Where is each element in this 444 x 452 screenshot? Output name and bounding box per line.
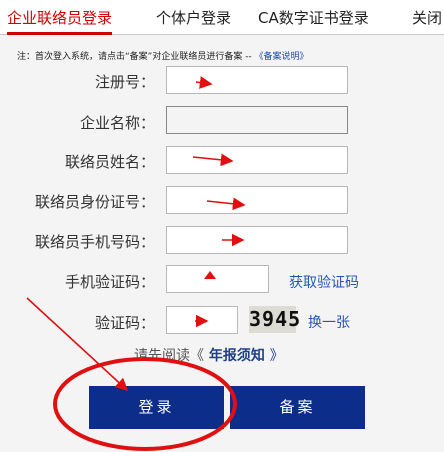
company-name-label: 企业名称： (79, 114, 155, 132)
login-tab-bar: 企业联络员登录 个体户登录 CA数字证书登录 关闭 (0, 0, 444, 35)
sms-code-label: 手机验证码： (64, 273, 155, 291)
refresh-captcha-link[interactable]: 换一张 (308, 312, 350, 332)
phone-label: 联络员手机号码： (34, 233, 155, 251)
tab-close[interactable]: 关闭 (412, 0, 442, 34)
phone-input[interactable] (166, 226, 348, 254)
record-button[interactable]: 备案 (230, 386, 365, 429)
reg-no-input[interactable] (166, 66, 348, 94)
annual-report-notice-link[interactable]: 年报须知 (204, 348, 270, 364)
sms-code-input[interactable] (166, 265, 269, 293)
tab-ca-certificate-login[interactable]: CA数字证书登录 (258, 0, 369, 34)
read-note-prefix: 请先阅读《 (134, 348, 204, 364)
notice-text: 注：首次登入系统，请点击“备案”对企业联络员进行备案 -- (17, 52, 255, 62)
login-button[interactable]: 登录 (89, 386, 224, 429)
contact-name-input[interactable] (166, 146, 348, 174)
captcha-input[interactable] (166, 306, 238, 334)
record-instructions-link[interactable]: 《备案说明》 (255, 52, 309, 62)
tab-individual-login[interactable]: 个体户登录 (156, 0, 231, 34)
company-name-input[interactable] (166, 106, 348, 134)
contact-name-label: 联络员姓名： (64, 153, 155, 171)
get-sms-code-link[interactable]: 获取验证码 (289, 272, 359, 292)
captcha-label: 验证码： (94, 314, 155, 332)
read-note-suffix: 》 (269, 348, 284, 364)
reg-no-label: 注册号： (94, 73, 155, 91)
first-login-notice: 注：首次登入系统，请点击“备案”对企业联络员进行备案 -- 《备案说明》 (17, 49, 309, 62)
id-no-label: 联络员身份证号： (34, 193, 155, 211)
id-no-input[interactable] (166, 186, 348, 214)
captcha-image[interactable]: 3945 (249, 306, 300, 333)
read-annual-report-notice: 请先阅读《 年报须知 》 (134, 345, 284, 365)
tab-enterprise-contact-login[interactable]: 企业联络员登录 (7, 0, 113, 35)
